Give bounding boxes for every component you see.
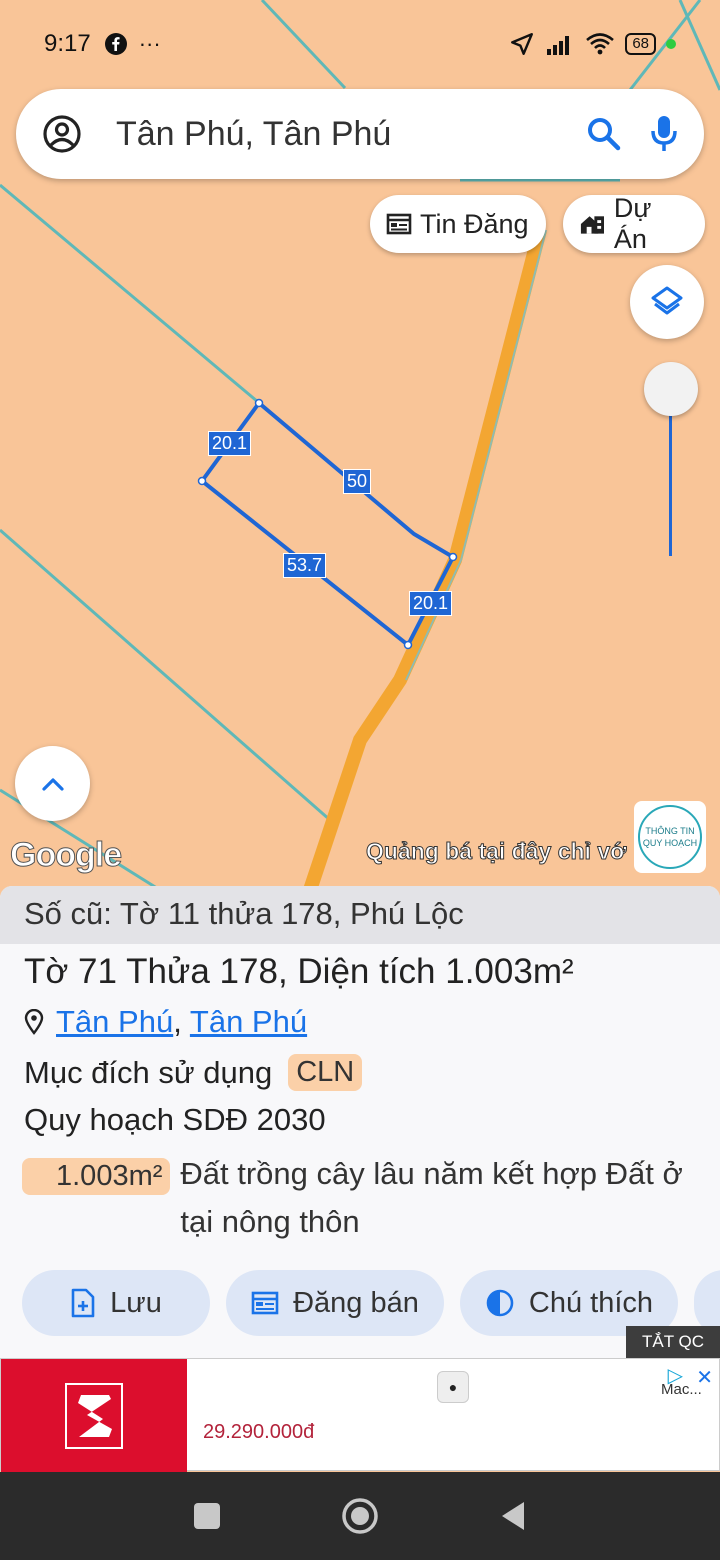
badge-line2: QUY HOẠCH [642, 838, 698, 848]
recents-square-icon[interactable] [193, 1502, 221, 1530]
search-icon[interactable] [586, 116, 622, 152]
ad-off-button[interactable]: TẮT QC [626, 1326, 720, 1358]
privacy-dot-icon [666, 39, 676, 49]
save-button[interactable]: Lưu [22, 1270, 210, 1336]
search-bar[interactable]: Tân Phú, Tân Phú [16, 89, 704, 179]
post-sale-button-label: Đăng bán [293, 1286, 419, 1319]
slider-track[interactable] [669, 402, 672, 556]
layers-button[interactable] [630, 265, 704, 339]
brand-s-logo-icon [65, 1382, 123, 1449]
status-time: 9:17 [44, 30, 91, 57]
layers-icon [651, 286, 683, 315]
status-bar: 9:17 ··· 68 [0, 0, 720, 88]
listing-icon [251, 1291, 279, 1315]
listings-chip-label: Tin Đăng [420, 208, 529, 239]
slider-handle[interactable] [644, 362, 698, 416]
ad-banner[interactable]: ● ▷ ✕ Mac... 29.290.000đ [0, 1358, 720, 1472]
contrast-icon [486, 1289, 514, 1317]
more-notifications: ··· [138, 31, 161, 56]
badge-line1: THÔNG TIN [645, 826, 695, 836]
microphone-icon[interactable] [650, 115, 678, 153]
add-file-icon [71, 1288, 95, 1318]
home-circle-icon[interactable] [341, 1497, 379, 1535]
parcel-title: Tờ 71 Thửa 178, Diện tích 1.003m² [24, 952, 574, 991]
area-badge: 1.003m² [22, 1158, 171, 1195]
parcel-vertex [403, 640, 413, 650]
segment-length-label: 53.7 [283, 553, 327, 578]
signal-icon [547, 36, 570, 55]
account-icon[interactable] [42, 114, 82, 154]
purpose-label: Mục đích sử dụng [24, 1054, 273, 1090]
segment-length-label: 50 [343, 469, 372, 494]
search-input[interactable]: Tân Phú, Tân Phú [116, 115, 586, 154]
location-link-district[interactable]: Tân Phú [190, 1004, 307, 1039]
listings-chip[interactable]: Tin Đăng [370, 195, 546, 253]
parcel-vertex [448, 552, 458, 562]
parcel-info-panel: Số cũ: Tờ 11 thửa 178, Phú Lộc Tờ 71 Thử… [0, 886, 720, 1360]
projects-chip[interactable]: Dự Án [563, 193, 705, 254]
old-reference-text: Số cũ: Tờ 11 thửa 178, Phú Lộc [0, 886, 720, 944]
location-link-ward[interactable]: Tân Phú [56, 1004, 173, 1039]
opacity-slider[interactable] [644, 362, 698, 558]
plan-label: Quy hoạch SDĐ 2030 [24, 1102, 326, 1137]
location-arrow-icon [511, 33, 534, 55]
location-row: Tân Phú, Tân Phú [24, 1004, 307, 1040]
facebook-icon [104, 33, 127, 55]
google-logo: Google [9, 836, 122, 875]
chevron-up-icon [41, 777, 64, 791]
map-ad-overlay-text[interactable]: Quảng bá tại đây chỉ vớ [365, 838, 626, 865]
wifi-icon [586, 33, 615, 55]
road-line [303, 228, 547, 890]
location-separator: , [173, 1004, 182, 1039]
purpose-row: Mục đích sử dụng CLN [24, 1054, 363, 1091]
area-row: 1.003m² Đất trồng cây lâu năm kết hợp Đấ… [22, 1156, 700, 1246]
battery-indicator: 68 [625, 33, 656, 55]
parcel-vertex [197, 476, 207, 486]
parcel-vertex [254, 398, 264, 408]
save-button-label: Lưu [110, 1286, 162, 1319]
apple-product-icon: ● [437, 1371, 469, 1403]
post-sale-button[interactable]: Đăng bán [226, 1270, 444, 1336]
segment-length-label: 20.1 [409, 591, 453, 616]
land-use-description: Đất trồng cây lâu năm kết hợp Đất ở tại … [180, 1156, 683, 1239]
expand-panel-button[interactable] [15, 746, 90, 821]
listing-icon [386, 213, 412, 235]
purpose-code-badge: CLN [288, 1054, 363, 1091]
cadastral-line [0, 183, 259, 404]
building-icon [580, 216, 604, 234]
planning-info-badge[interactable]: THÔNG TIN QUY HOẠCH [634, 801, 706, 873]
back-triangle-icon[interactable] [499, 1500, 527, 1532]
segment-length-label: 20.1 [208, 431, 252, 456]
projects-chip-label: Dự Án [613, 193, 652, 254]
ad-price: 29.290.000đ [203, 1421, 315, 1443]
legend-button-label: Chú thích [528, 1286, 654, 1319]
ad-product-label: Mac... [661, 1381, 702, 1398]
location-pin-icon [24, 1009, 44, 1035]
ad-brand-logo [1, 1359, 187, 1472]
system-nav-bar [0, 1472, 720, 1560]
